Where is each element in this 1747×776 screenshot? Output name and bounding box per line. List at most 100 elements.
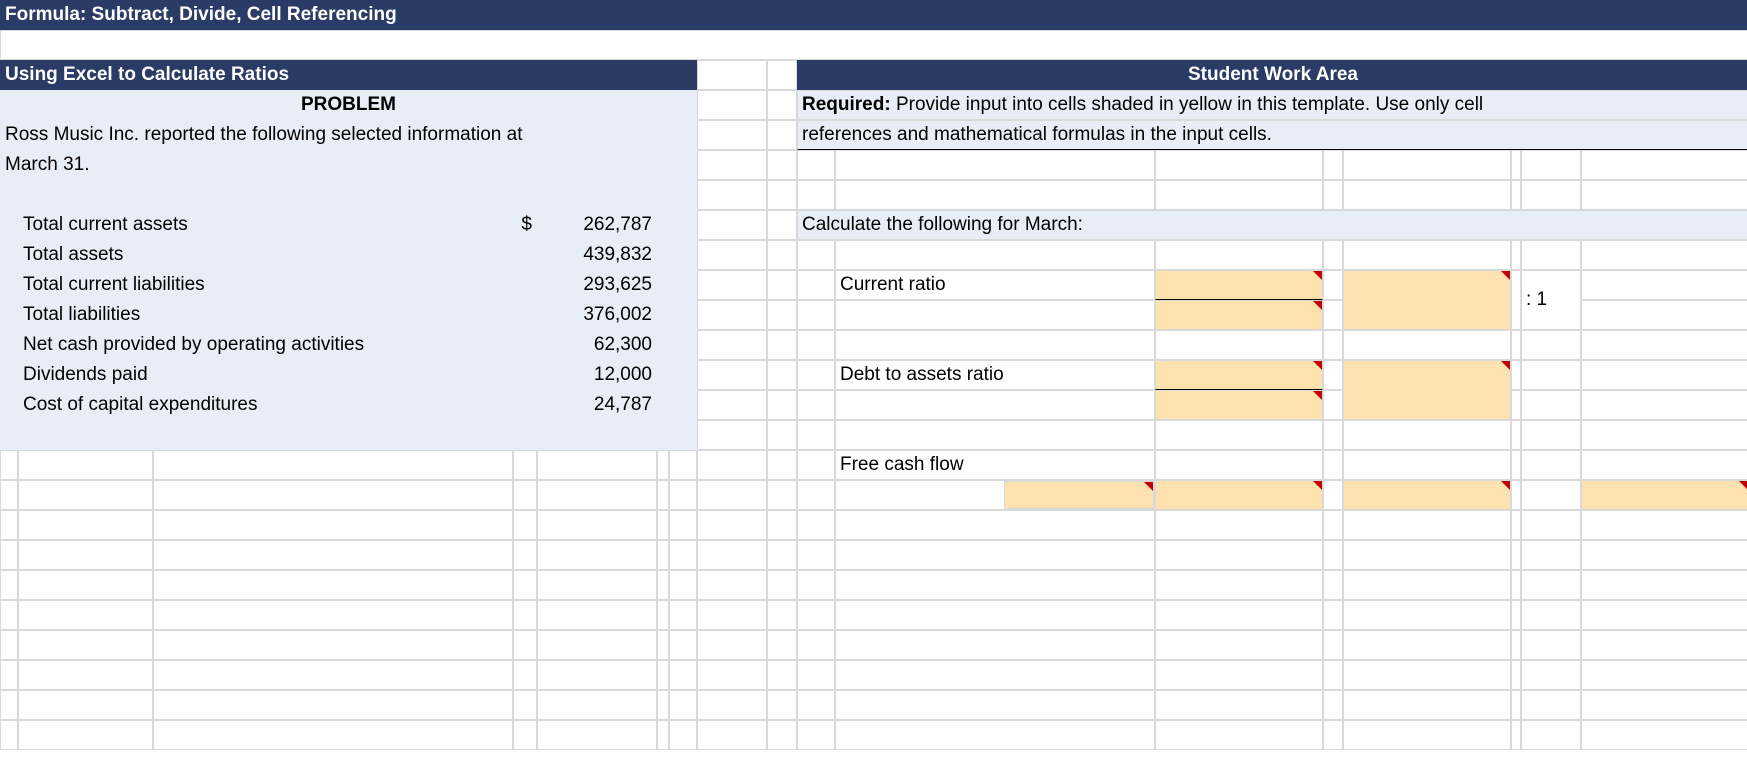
- fcf-input-3[interactable]: [1343, 480, 1511, 510]
- blank-lblue: [657, 210, 697, 240]
- blank-cell: [1511, 540, 1521, 570]
- blank-cell: [153, 600, 513, 630]
- gap-cell: [767, 390, 797, 420]
- blank-cell: [797, 240, 835, 270]
- blank-cell: [657, 660, 669, 690]
- blank-cell: [767, 450, 797, 480]
- blank-cell: [1521, 630, 1581, 660]
- blank-cell: [1323, 180, 1343, 210]
- blank-lblue: [513, 330, 537, 360]
- blank-cell: [797, 300, 835, 330]
- blank-cell: [697, 630, 767, 660]
- blank-cell: [697, 690, 767, 720]
- debt-assets-numerator-input[interactable]: [1155, 360, 1323, 390]
- blank-lblue: [657, 240, 697, 270]
- blank-cell: [797, 390, 835, 420]
- blank-cell: [1343, 600, 1511, 630]
- spreadsheet-grid: Formula: Subtract, Divide, Cell Referenc…: [0, 0, 1747, 750]
- div-label: Dividends paid: [18, 360, 513, 390]
- blank-cell: [153, 540, 513, 570]
- blank-cell: [657, 720, 669, 750]
- blank-cell: [767, 600, 797, 630]
- blank-cell: [1323, 270, 1343, 300]
- blank-cell: [1521, 600, 1581, 630]
- blank-cell: [1323, 540, 1343, 570]
- blank-cell: [18, 450, 153, 480]
- tcl-label: Total current liabilities: [18, 270, 513, 300]
- tca-label: Total current assets: [18, 210, 513, 240]
- blank-cell: [835, 330, 1155, 360]
- blank-cell: [1521, 510, 1581, 540]
- blank-cell: [18, 660, 153, 690]
- blank-cell: [767, 570, 797, 600]
- required-bold: Required:: [802, 94, 891, 115]
- blank-cell: [697, 600, 767, 630]
- blank-cell: [1343, 510, 1511, 540]
- blank-cell: [797, 270, 835, 300]
- blank-cell: [537, 660, 657, 690]
- blank-cell: [1155, 420, 1323, 450]
- blank-cell: [797, 540, 835, 570]
- blank-cell: [537, 720, 657, 750]
- blank-cell: [1323, 300, 1343, 330]
- fcf-input-4[interactable]: [1581, 480, 1747, 510]
- blank-cell: [153, 660, 513, 690]
- tca-currency: $: [513, 210, 537, 240]
- blank-cell: [669, 630, 697, 660]
- fcf-input-2[interactable]: [1155, 480, 1323, 510]
- blank-cell: [1323, 570, 1343, 600]
- gap-cell: [697, 420, 767, 450]
- blank-cell: [1511, 150, 1521, 180]
- blank-cell: [1581, 270, 1747, 300]
- current-ratio-label: Current ratio: [835, 270, 1155, 300]
- blank-cell: [1343, 420, 1511, 450]
- blank-cell: [1155, 330, 1323, 360]
- current-ratio-result-input[interactable]: [1343, 270, 1511, 330]
- blank-cell: [1155, 630, 1323, 660]
- blank-cell: [1521, 660, 1581, 690]
- blank-cell: [0, 570, 18, 600]
- blank-cell: [1521, 240, 1581, 270]
- blank-cell: [1581, 660, 1747, 690]
- current-ratio-denominator-input[interactable]: [1155, 300, 1323, 330]
- cap-value: 24,787: [537, 390, 657, 420]
- blank-cell: [1511, 570, 1521, 600]
- blank-cell: [1323, 660, 1343, 690]
- blank-cell: [153, 480, 513, 510]
- blank-cell: [657, 570, 669, 600]
- blank-cell: [1581, 180, 1747, 210]
- blank-cell: [669, 690, 697, 720]
- blank-cell: [797, 360, 835, 390]
- blank-cell: [1511, 630, 1521, 660]
- blank-cell: [1343, 330, 1511, 360]
- blank-cell: [1521, 390, 1581, 420]
- blank-cell: [797, 630, 835, 660]
- blank-cell: [513, 510, 537, 540]
- blank-cell: [1511, 600, 1521, 630]
- fcf-input-1[interactable]: [1004, 481, 1154, 509]
- blank-cell: [18, 540, 153, 570]
- blank-cell: [697, 480, 767, 510]
- debt-assets-result-input[interactable]: [1343, 360, 1511, 420]
- current-ratio-numerator-input[interactable]: [1155, 270, 1323, 300]
- gap-cell: [697, 180, 767, 210]
- ncf-value: 62,300: [537, 330, 657, 360]
- blank-cell: [537, 450, 657, 480]
- blank-cell: [1155, 690, 1323, 720]
- blank-cell: [1581, 690, 1747, 720]
- blank-cell: [697, 510, 767, 540]
- required-line-1: Required: Provide input into cells shade…: [797, 90, 1747, 120]
- gap-cell: [767, 270, 797, 300]
- blank-cell: [669, 570, 697, 600]
- blank-lblue: [513, 390, 537, 420]
- debt-assets-denominator-input[interactable]: [1155, 390, 1323, 420]
- blank-cell: [513, 570, 537, 600]
- blank-cell: [835, 240, 1155, 270]
- blank-cell: [1521, 570, 1581, 600]
- div-value: 12,000: [537, 360, 657, 390]
- blank-lblue: [513, 300, 537, 330]
- blank-cell: [1581, 240, 1747, 270]
- blank-cell: [537, 540, 657, 570]
- blank-cell: [1581, 420, 1747, 450]
- blank-cell: [1155, 180, 1323, 210]
